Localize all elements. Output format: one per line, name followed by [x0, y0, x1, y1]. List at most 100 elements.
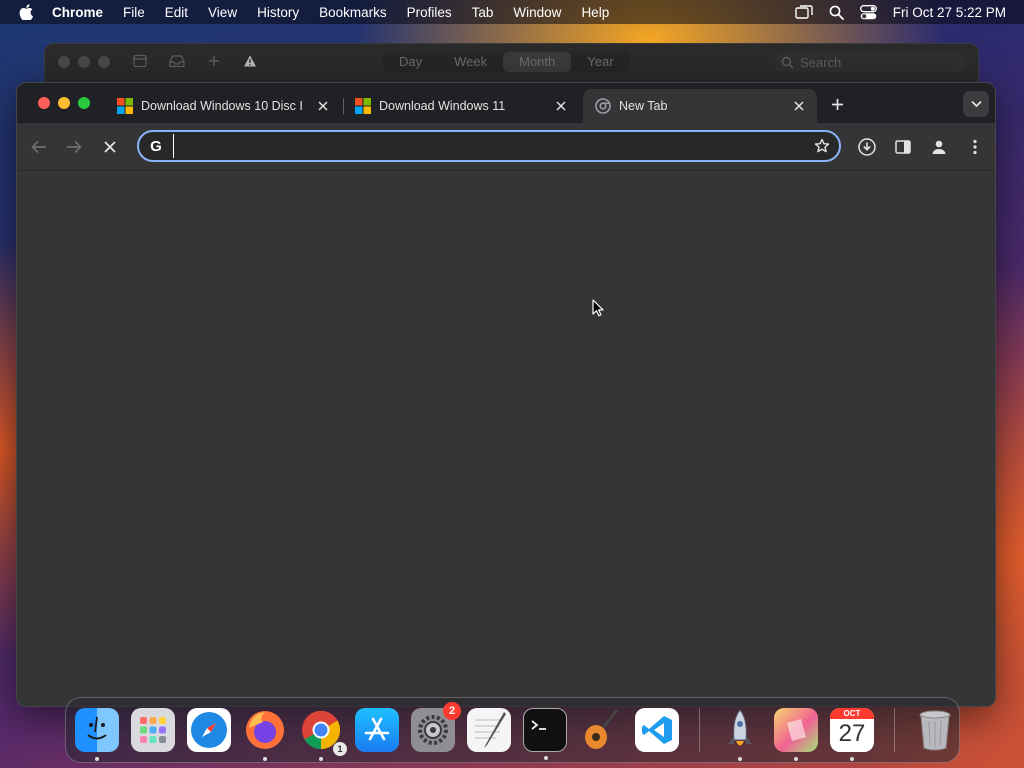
close-icon: [556, 101, 566, 111]
dock-terminal[interactable]: [523, 708, 567, 760]
dock-badge: 2: [443, 702, 461, 720]
view-day-button[interactable]: Day: [383, 52, 438, 72]
running-indicator: [544, 756, 548, 760]
dock-vscode[interactable]: [635, 708, 679, 752]
bookmark-star-button[interactable]: [805, 138, 839, 154]
calendar-list-icon[interactable]: [133, 54, 147, 68]
address-input[interactable]: [173, 134, 805, 158]
dock-launchpad[interactable]: [131, 708, 175, 752]
close-icon: [318, 101, 328, 111]
warning-icon[interactable]: [243, 54, 257, 68]
view-week-button[interactable]: Week: [438, 52, 503, 72]
window-close-button[interactable]: [38, 97, 50, 109]
profile-button[interactable]: [927, 135, 951, 159]
menu-profiles[interactable]: Profiles: [397, 5, 462, 20]
tab-close-button[interactable]: [791, 98, 807, 114]
menu-edit[interactable]: Edit: [155, 5, 198, 20]
chrome-menu-button[interactable]: [963, 135, 987, 159]
dock-trash[interactable]: [913, 708, 957, 752]
page-content[interactable]: [17, 171, 995, 706]
dock-safari[interactable]: [187, 708, 231, 752]
screen-mirroring-icon[interactable]: [795, 5, 813, 19]
close-icon: [104, 141, 116, 153]
calendar-minimize-button[interactable]: [78, 56, 90, 68]
apple-menu[interactable]: [0, 4, 52, 20]
tab-close-button[interactable]: [315, 98, 331, 114]
menu-app-name[interactable]: Chrome: [52, 5, 113, 20]
plus-icon: [831, 98, 843, 110]
dock-rocket[interactable]: [718, 708, 762, 761]
stop-loading-button[interactable]: [99, 136, 121, 158]
person-icon: [932, 140, 946, 154]
running-indicator: [850, 757, 854, 761]
side-panel-icon: [895, 140, 911, 154]
calendar-zoom-button[interactable]: [98, 56, 110, 68]
downloads-button[interactable]: [855, 135, 879, 159]
dock-firefox[interactable]: [243, 708, 287, 761]
windows-logo-icon: [355, 98, 371, 114]
dock-textedit[interactable]: [467, 708, 511, 752]
running-indicator: [319, 757, 323, 761]
download-icon: [858, 138, 876, 156]
tab-search-button[interactable]: [963, 91, 989, 117]
new-tab-button[interactable]: [827, 94, 847, 114]
star-icon: [814, 138, 830, 153]
menu-file[interactable]: File: [113, 5, 155, 20]
view-month-button[interactable]: Month: [503, 52, 572, 72]
rocket-icon: [728, 709, 752, 746]
calendar-view-switcher: Day Week Month Year: [383, 52, 630, 72]
firefox-icon: [246, 711, 284, 749]
search-icon: [781, 56, 794, 69]
dock-notes-app[interactable]: [774, 708, 818, 761]
finder-icon: [87, 716, 107, 740]
dock-calendar[interactable]: OCT 27: [830, 708, 874, 761]
back-button[interactable]: [28, 136, 50, 158]
calendar-search-field[interactable]: Search: [775, 52, 965, 72]
address-bar[interactable]: G: [137, 130, 841, 162]
apple-icon: [19, 4, 33, 20]
close-icon: [794, 101, 804, 111]
dock-app-store[interactable]: [355, 708, 399, 752]
inbox-icon[interactable]: [169, 54, 185, 68]
dock-finder[interactable]: [75, 708, 119, 761]
calendar-close-button[interactable]: [58, 56, 70, 68]
more-vertical-icon: [973, 139, 977, 155]
menu-window[interactable]: Window: [503, 5, 571, 20]
window-zoom-button[interactable]: [78, 97, 90, 109]
control-center-icon[interactable]: [859, 4, 877, 20]
dock-chrome[interactable]: 1: [299, 708, 347, 761]
app-store-icon: [364, 717, 390, 741]
calendar-month-label: OCT: [830, 708, 874, 719]
tab-windows-11[interactable]: Download Windows 11: [343, 89, 579, 123]
tab-title: New Tab: [619, 99, 668, 113]
safari-compass-icon: [191, 712, 227, 748]
dock-garageband[interactable]: [579, 708, 623, 752]
window-minimize-button[interactable]: [58, 97, 70, 109]
menu-view[interactable]: View: [198, 5, 247, 20]
spotlight-search-icon[interactable]: [829, 5, 844, 20]
running-indicator: [263, 757, 267, 761]
dock-badge: 1: [333, 742, 347, 756]
dock: 1 2 OCT 27: [65, 697, 960, 763]
tab-strip: Download Windows 10 Disc I Download Wind…: [17, 83, 995, 123]
calendar-day-label: 27: [838, 720, 866, 747]
menu-tab[interactable]: Tab: [462, 5, 504, 20]
forward-button[interactable]: [63, 136, 85, 158]
side-panel-button[interactable]: [891, 135, 915, 159]
view-year-button[interactable]: Year: [571, 52, 629, 72]
add-event-icon[interactable]: [207, 54, 221, 68]
menu-history[interactable]: History: [247, 5, 309, 20]
mouse-cursor-icon: [592, 299, 604, 317]
menu-help[interactable]: Help: [571, 5, 619, 20]
chrome-window: Download Windows 10 Disc I Download Wind…: [16, 82, 996, 707]
menu-bar-clock[interactable]: Fri Oct 27 5:22 PM: [893, 5, 1006, 20]
chevron-down-icon: [970, 100, 982, 108]
tab-new-tab[interactable]: New Tab: [583, 89, 817, 123]
menu-bookmarks[interactable]: Bookmarks: [309, 5, 397, 20]
running-indicator: [738, 757, 742, 761]
dock-system-settings[interactable]: 2: [411, 702, 461, 752]
running-indicator: [95, 757, 99, 761]
tab-title: Download Windows 11: [379, 99, 506, 113]
tab-windows-10[interactable]: Download Windows 10 Disc I: [105, 89, 341, 123]
tab-close-button[interactable]: [553, 98, 569, 114]
